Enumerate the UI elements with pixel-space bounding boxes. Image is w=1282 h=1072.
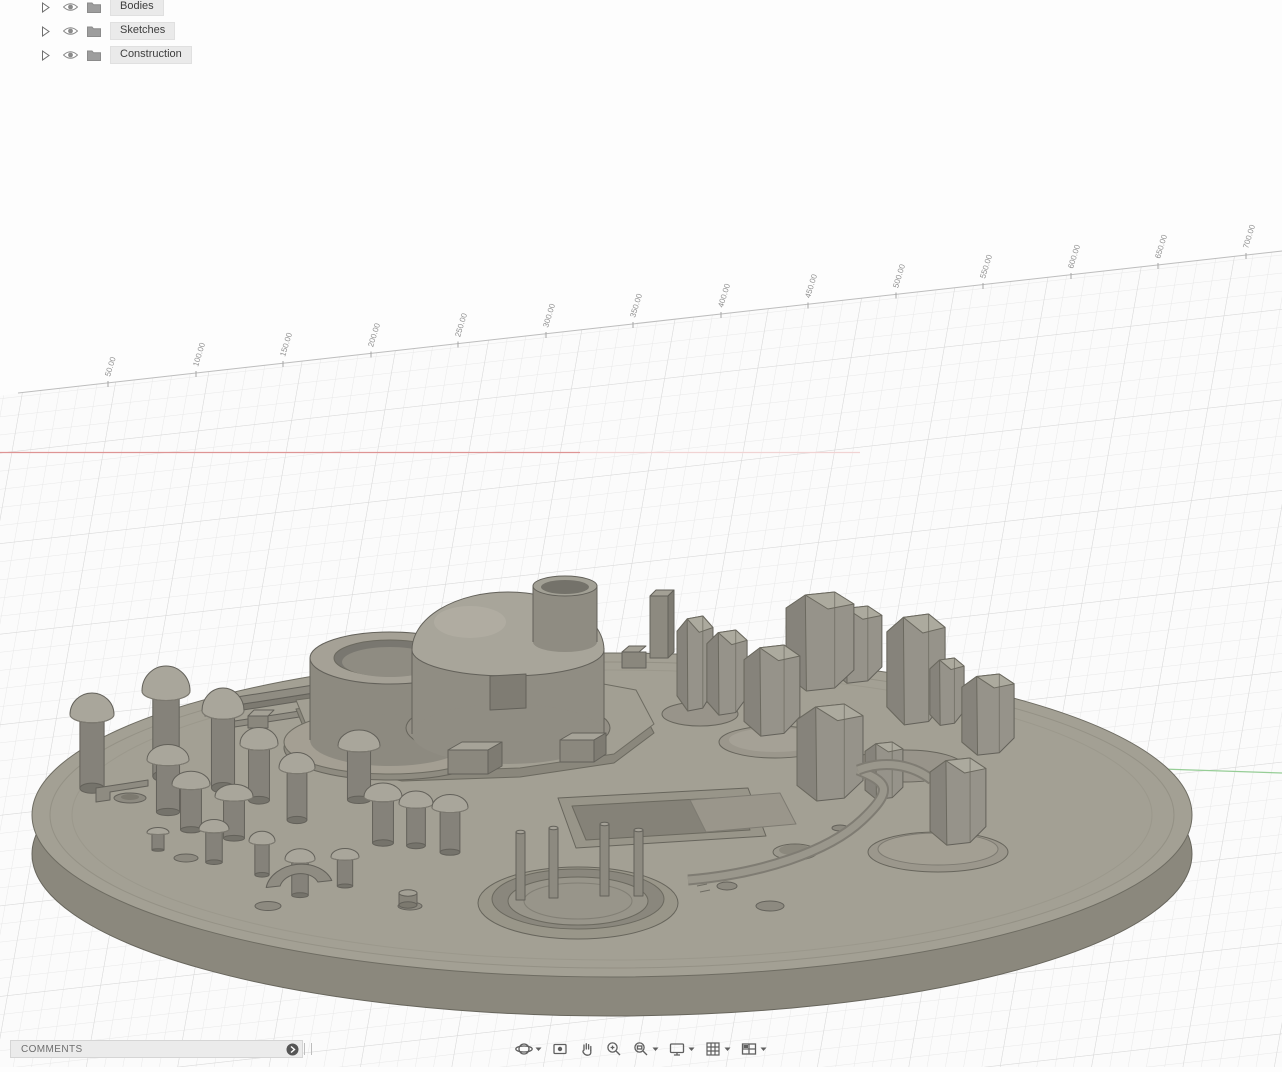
folder-icon xyxy=(86,23,102,39)
folder-icon xyxy=(86,47,102,63)
rect-pillar[interactable] xyxy=(649,589,675,659)
pan-hand-icon xyxy=(582,1043,592,1056)
grid-and-snaps-button[interactable] xyxy=(703,1038,732,1060)
comments-bar[interactable]: COMMENTS xyxy=(10,1040,303,1058)
ruler-tick-label: 350.00 xyxy=(628,292,644,319)
comments-label: COMMENTS xyxy=(21,1043,83,1055)
ruler-tick-label: 250.00 xyxy=(453,312,469,339)
ruler-tick-label: 100.00 xyxy=(191,341,207,368)
zoom-window-icon xyxy=(634,1042,648,1056)
browser-item-construction[interactable]: Construction xyxy=(38,43,192,67)
display-settings-icon xyxy=(669,1043,685,1056)
visibility-eye-icon[interactable] xyxy=(62,23,78,39)
pan-button[interactable] xyxy=(577,1038,597,1060)
orbit-button[interactable] xyxy=(514,1038,543,1060)
ruler-tick-label: 600.00 xyxy=(1066,243,1082,270)
viewports-button[interactable] xyxy=(739,1038,768,1060)
ruler-tick-label: 50.00 xyxy=(103,355,118,377)
ruler-tick-label: 300.00 xyxy=(541,302,557,329)
ruler-tick-label: 400.00 xyxy=(716,282,732,309)
visibility-eye-icon[interactable] xyxy=(62,0,78,15)
viewport-canvas[interactable]: 50.00 100.00 150.00 200.00 250.00 300.00… xyxy=(0,0,1282,1067)
disclosure-triangle-icon[interactable] xyxy=(38,0,54,15)
ruler-tick-label: 550.00 xyxy=(978,253,994,280)
browser-item-label[interactable]: Bodies xyxy=(110,0,164,16)
ruler-tick-label: 150.00 xyxy=(278,331,294,358)
look-at-button[interactable] xyxy=(550,1038,570,1060)
browser-item-label[interactable]: Construction xyxy=(110,46,192,64)
chevron-down-icon xyxy=(760,1047,767,1051)
display-settings-button[interactable] xyxy=(667,1038,696,1060)
browser-item-bodies[interactable]: Bodies xyxy=(38,0,192,19)
disclosure-triangle-icon[interactable] xyxy=(38,47,54,63)
chevron-down-icon xyxy=(724,1047,731,1051)
front-right-tower[interactable] xyxy=(929,757,987,846)
grid-icon xyxy=(706,1042,720,1056)
expand-comments-icon[interactable] xyxy=(286,1043,299,1056)
navigation-toolbar xyxy=(514,1038,768,1060)
chevron-down-icon xyxy=(535,1047,542,1051)
ruler-tick-label: 450.00 xyxy=(803,273,819,300)
zoom-button[interactable] xyxy=(604,1038,624,1060)
ruler-tick-label: 650.00 xyxy=(1153,233,1169,260)
zoom-icon xyxy=(607,1042,621,1056)
folder-icon xyxy=(86,0,102,15)
look-at-icon xyxy=(553,1043,567,1055)
browser-tree: Bodies Sketches Construction xyxy=(38,0,192,67)
orbit-icon xyxy=(515,1043,533,1055)
disclosure-triangle-icon[interactable] xyxy=(38,23,54,39)
comments-resize-handle[interactable] xyxy=(304,1043,312,1055)
ruler-tick-label: 200.00 xyxy=(366,322,382,349)
ruler-tick-label: 700.00 xyxy=(1241,223,1257,250)
browser-item-sketches[interactable]: Sketches xyxy=(38,19,192,43)
chevron-down-icon xyxy=(688,1047,695,1051)
browser-item-label[interactable]: Sketches xyxy=(110,22,176,40)
zoom-window-button[interactable] xyxy=(631,1038,660,1060)
chevron-down-icon xyxy=(652,1047,659,1051)
ruler-tick-label: 500.00 xyxy=(891,263,907,290)
viewports-icon xyxy=(741,1043,757,1055)
visibility-eye-icon[interactable] xyxy=(62,47,78,63)
3d-viewport[interactable]: 50.00 100.00 150.00 200.00 250.00 300.00… xyxy=(0,0,1282,1067)
